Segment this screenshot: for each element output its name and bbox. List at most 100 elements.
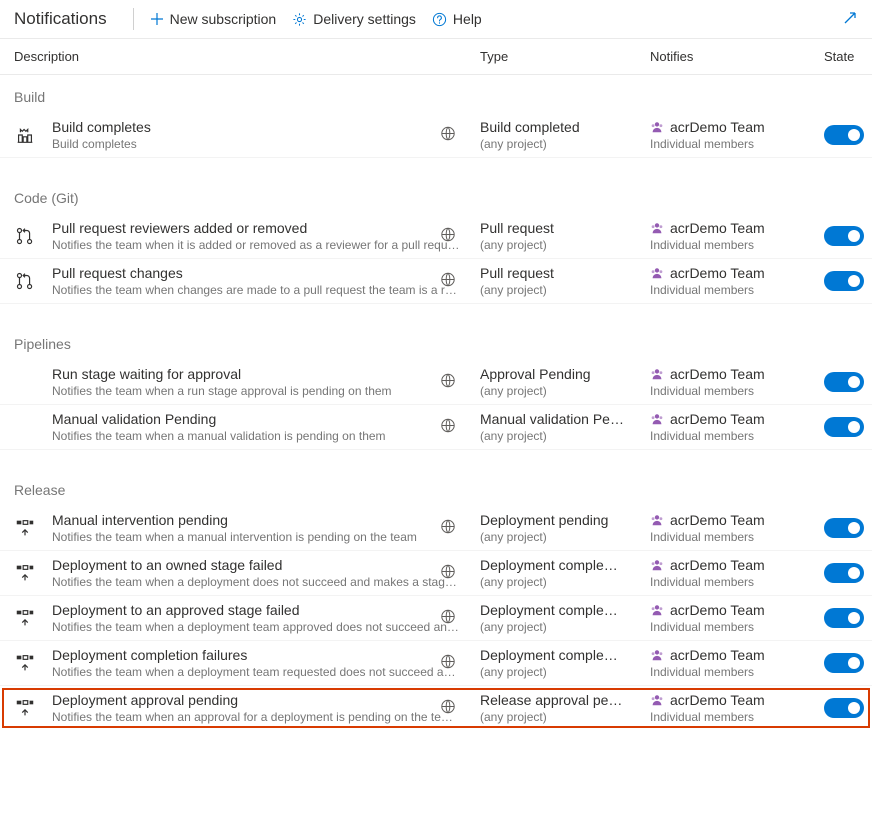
team-name: acrDemo Team bbox=[650, 220, 824, 236]
new-subscription-button[interactable]: New subscription bbox=[150, 11, 277, 27]
globe-icon bbox=[440, 699, 456, 718]
row-notifies: acrDemo TeamIndividual members bbox=[650, 602, 824, 634]
state-toggle[interactable] bbox=[824, 563, 864, 583]
team-members: Individual members bbox=[650, 283, 824, 297]
type-scope: (any project) bbox=[480, 283, 650, 297]
release-icon bbox=[14, 517, 52, 539]
state-toggle[interactable] bbox=[824, 518, 864, 538]
row-title: Run stage waiting for approval bbox=[52, 366, 460, 382]
type-text: Deployment comple… bbox=[480, 602, 650, 618]
state-toggle[interactable] bbox=[824, 417, 864, 437]
team-name: acrDemo Team bbox=[650, 692, 824, 708]
notification-row[interactable]: Manual validation Pending Notifies the te… bbox=[0, 405, 872, 450]
type-text: Build completed bbox=[480, 119, 650, 135]
notification-row[interactable]: Deployment to an approved stage failedNo… bbox=[0, 596, 872, 641]
state-toggle[interactable] bbox=[824, 271, 864, 291]
col-notifies[interactable]: Notifies bbox=[650, 49, 824, 64]
row-type: Deployment comple… (any project) bbox=[480, 602, 650, 634]
state-toggle[interactable] bbox=[824, 608, 864, 628]
release-icon bbox=[14, 697, 52, 719]
type-scope: (any project) bbox=[480, 665, 650, 679]
row-type: Pull request(any project) bbox=[480, 220, 650, 252]
state-toggle[interactable] bbox=[824, 125, 864, 145]
team-members: Individual members bbox=[650, 530, 824, 544]
team-members: Individual members bbox=[650, 710, 824, 724]
notification-row[interactable]: Manual intervention pending Notifies the … bbox=[0, 506, 872, 551]
notification-row[interactable]: Deployment approval pending Notifies the … bbox=[2, 688, 870, 728]
team-members: Individual members bbox=[650, 665, 824, 679]
state-toggle[interactable] bbox=[824, 698, 864, 718]
row-title: Deployment completion failures bbox=[52, 647, 460, 663]
globe-icon bbox=[440, 373, 456, 392]
help-button[interactable]: Help bbox=[432, 11, 482, 27]
globe-icon bbox=[440, 126, 456, 145]
state-toggle[interactable] bbox=[824, 372, 864, 392]
row-description: Deployment completion failuresNotifies t… bbox=[52, 647, 480, 679]
pullrequest-icon bbox=[14, 225, 52, 247]
pullrequest-icon bbox=[14, 270, 52, 292]
col-state[interactable]: State bbox=[824, 49, 872, 64]
col-type[interactable]: Type bbox=[480, 49, 650, 64]
state-toggle[interactable] bbox=[824, 226, 864, 246]
page-title: Notifications bbox=[14, 9, 117, 29]
row-notifies: acrDemo TeamIndividual members bbox=[650, 119, 824, 151]
type-text: Approval Pending bbox=[480, 366, 650, 382]
team-name: acrDemo Team bbox=[650, 602, 824, 618]
notification-row[interactable]: Pull request reviewers added or removedN… bbox=[0, 214, 872, 259]
expand-button[interactable] bbox=[842, 10, 858, 29]
team-members: Individual members bbox=[650, 575, 824, 589]
row-subtitle: Notifies the team when changes are made … bbox=[52, 283, 460, 297]
row-subtitle: Notifies the team when a manual validati… bbox=[52, 429, 460, 443]
row-title: Manual intervention pending bbox=[52, 512, 460, 528]
row-type: Deployment comple… (any project) bbox=[480, 647, 650, 679]
row-title: Deployment approval pending bbox=[52, 692, 460, 708]
type-text: Deployment comple… bbox=[480, 647, 650, 663]
row-title: Pull request reviewers added or removed bbox=[52, 220, 460, 236]
notification-row[interactable]: Run stage waiting for approvalNotifies t… bbox=[0, 360, 872, 405]
row-notifies: acrDemo TeamIndividual members bbox=[650, 647, 824, 679]
delivery-settings-label: Delivery settings bbox=[313, 11, 416, 27]
row-notifies: acrDemo Team Individual members bbox=[650, 265, 824, 297]
row-title: Manual validation Pending bbox=[52, 411, 460, 427]
release-icon bbox=[14, 562, 52, 584]
type-scope: (any project) bbox=[480, 575, 650, 589]
row-notifies: acrDemo TeamIndividual members bbox=[650, 557, 824, 589]
team-name: acrDemo Team bbox=[650, 265, 824, 281]
delivery-settings-button[interactable]: Delivery settings bbox=[292, 11, 416, 27]
team-name: acrDemo Team bbox=[650, 411, 824, 427]
row-description: Run stage waiting for approvalNotifies t… bbox=[52, 366, 480, 398]
col-description[interactable]: Description bbox=[14, 49, 480, 64]
globe-icon bbox=[440, 609, 456, 628]
row-notifies: acrDemo TeamIndividual members bbox=[650, 512, 824, 544]
row-subtitle: Notifies the team when a manual interven… bbox=[52, 530, 460, 544]
row-subtitle: Notifies the team when a deployment does… bbox=[52, 575, 460, 589]
type-text: Deployment comple… bbox=[480, 557, 650, 573]
section-title: Pipelines bbox=[0, 322, 872, 360]
type-text: Pull request bbox=[480, 265, 650, 281]
row-notifies: acrDemo TeamIndividual members bbox=[650, 366, 824, 398]
state-toggle[interactable] bbox=[824, 653, 864, 673]
row-notifies: acrDemo Team Individual members bbox=[650, 220, 824, 252]
notification-row[interactable]: Build completesBuild completesBuild comp… bbox=[0, 113, 872, 158]
build-icon bbox=[14, 124, 52, 146]
row-description: Pull request reviewers added or removedN… bbox=[52, 220, 480, 252]
release-icon bbox=[14, 652, 52, 674]
row-type: Manual validation Pe…(any project) bbox=[480, 411, 650, 443]
type-scope: (any project) bbox=[480, 384, 650, 398]
globe-icon bbox=[440, 418, 456, 437]
row-type: Approval Pending (any project) bbox=[480, 366, 650, 398]
notification-row[interactable]: Deployment to an owned stage failedNotif… bbox=[0, 551, 872, 596]
globe-icon bbox=[440, 227, 456, 246]
row-type: Release approval pe…(any project) bbox=[480, 692, 650, 724]
column-headers: Description Type Notifies State bbox=[0, 38, 872, 75]
row-type: Deployment pending(any project) bbox=[480, 512, 650, 544]
team-members: Individual members bbox=[650, 137, 824, 151]
type-text: Release approval pe… bbox=[480, 692, 650, 708]
type-scope: (any project) bbox=[480, 620, 650, 634]
row-title: Pull request changes bbox=[52, 265, 460, 281]
row-subtitle: Notifies the team when an approval for a… bbox=[52, 710, 460, 724]
team-members: Individual members bbox=[650, 238, 824, 252]
divider bbox=[133, 8, 134, 30]
notification-row[interactable]: Deployment completion failuresNotifies t… bbox=[0, 641, 872, 686]
notification-row[interactable]: Pull request changes Notifies the team wh… bbox=[0, 259, 872, 304]
